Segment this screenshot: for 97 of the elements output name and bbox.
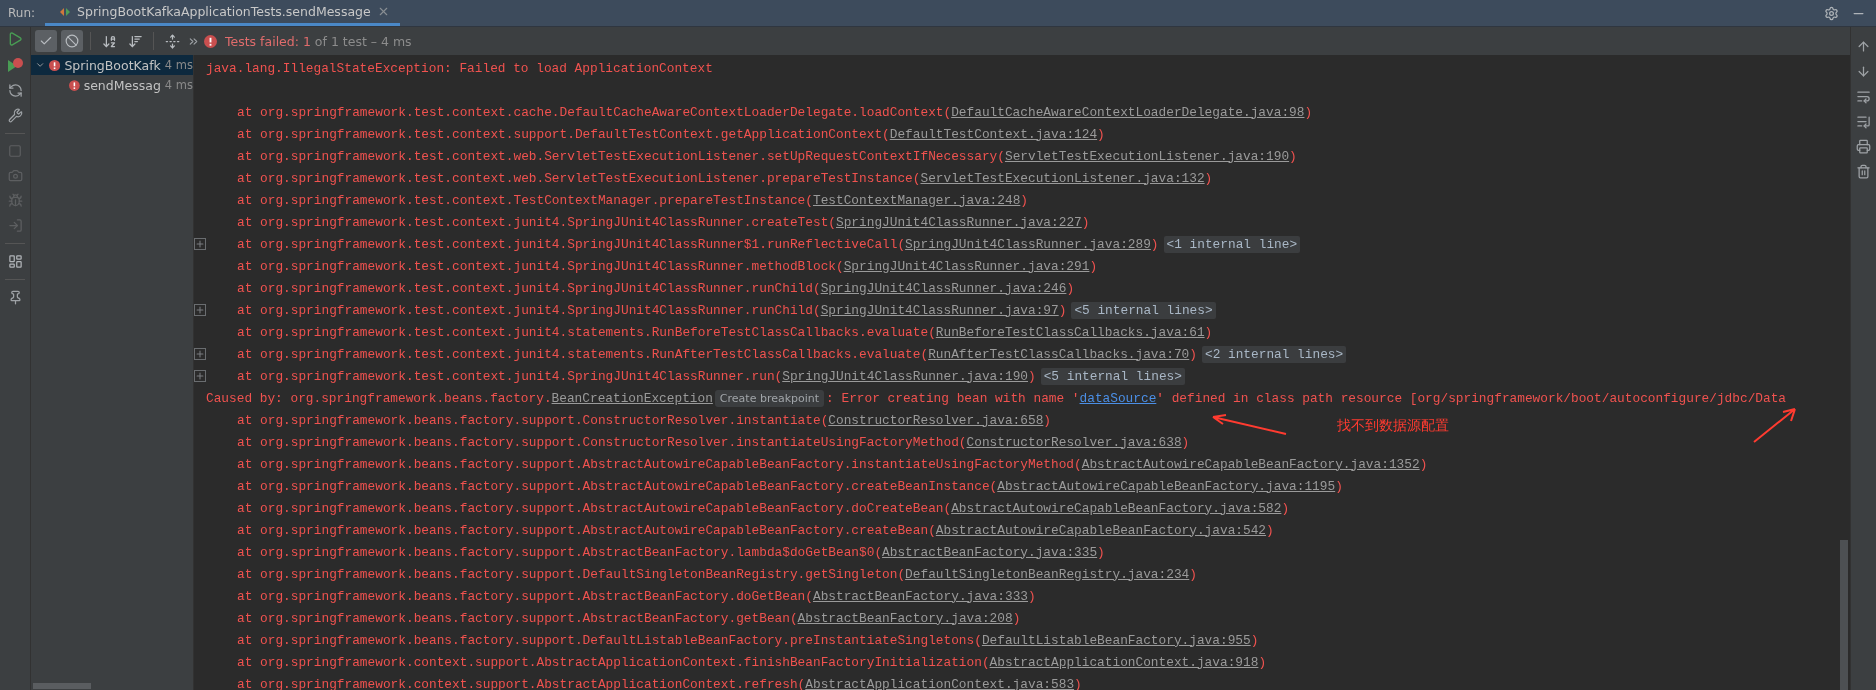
stack-trace-line: at org.springframework.beans.factory.support.DefaultSingletonBeanRegistry.getSingleton(DefaultSingletonBeanRegistry.java:234) (236, 566, 1197, 582)
settings-icon[interactable] (1824, 5, 1839, 21)
stack-trace-line: at org.springframework.test.context.support.DefaultTestContext.getApplicationContext(DefaultTestContext.java:124) (236, 126, 1105, 142)
run-icon[interactable] (7, 31, 23, 47)
sort-duration-icon (127, 33, 143, 49)
sort-alpha-icon (101, 33, 117, 49)
scroll-to-end-icon[interactable] (1856, 114, 1871, 129)
refresh-icon[interactable] (7, 83, 23, 98)
stack-trace-line: at org.springframework.test.context.junit4.SpringJUnit4ClassRunner$1.runReflectiveCall(SpringJUnit4ClassRunner.java:289) (236, 236, 1159, 252)
arrow-down-icon[interactable] (1856, 64, 1871, 79)
stack-trace-line: at org.springframework.context.support.AbstractApplicationContext.refresh(AbstractApplicationContext.java:583) (236, 676, 1082, 690)
source-link[interactable]: AbstractAutowireCapableBeanFactory.java:582 (951, 500, 1282, 516)
ban-icon (65, 34, 79, 48)
source-link[interactable]: ServletTestExecutionListener.java:190 (1004, 148, 1290, 164)
wrench-icon[interactable] (7, 108, 23, 123)
stack-trace-line: at org.springframework.test.context.junit4.statements.RunAfterTestClassCallbacks.evaluate(RunAfterTestClassCallbacks.java:70) (236, 346, 1197, 362)
stack-trace-line: at org.springframework.beans.factory.support.AbstractBeanFactory.getBean(AbstractBeanFactory.java:208) (236, 610, 1021, 626)
stack-trace-line: at org.springframework.test.context.TestContextManager.prepareTestInstance(TestContextManager.java:248) (236, 192, 1028, 208)
stack-trace-line: at org.springframework.test.context.junit4.SpringJUnit4ClassRunner.runChild(SpringJUnit4ClassRunner.java:246) (236, 280, 1075, 296)
source-link[interactable]: RunBeforeTestClassCallbacks.java:61 (935, 324, 1205, 340)
print-icon[interactable] (1856, 139, 1871, 154)
stack-trace-line: at org.springframework.test.context.junit4.SpringJUnit4ClassRunner.run(SpringJUnit4ClassRunner.java:190) (236, 368, 1036, 384)
stack-trace-line: at org.springframework.beans.factory.support.AbstractAutowireCapableBeanFactory.doCreateBean(AbstractAutowireCapableBeanFactory.java:582) (236, 500, 1290, 516)
source-link[interactable]: AbstractApplicationContext.java:918 (989, 654, 1259, 670)
source-link[interactable]: SpringJUnit4ClassRunner.java:246 (820, 280, 1067, 296)
cause-message: Caused by: org.springframework.beans.factory.BeanCreationException (206, 390, 713, 406)
test-tree-item[interactable]: SpringBootKafk 4 ms (31, 55, 193, 75)
pin-icon[interactable] (7, 290, 23, 305)
test-status: Tests failed: 1 of 1 test – 4 ms (225, 33, 412, 49)
source-link[interactable]: RunAfterTestClassCallbacks.java:70 (928, 346, 1190, 362)
create-breakpoint-tooltip[interactable]: Create breakpoint (714, 389, 825, 407)
stack-trace-line: at org.springframework.beans.factory.support.AbstractBeanFactory.lambda$doGetBean$0(AbstractBeanFactory.java:335) (236, 544, 1105, 560)
expand-icon[interactable] (194, 348, 206, 360)
expand-all-icon (164, 33, 180, 49)
stack-trace-line: at org.springframework.test.context.cache.DefaultCacheAwareContextLoaderDelegate.loadContext(DefaultCacheAwareContextLoaderDelegate.java:98) (236, 104, 1313, 120)
source-link[interactable]: DefaultListableBeanFactory.java:955 (981, 632, 1251, 648)
folded-lines-badge[interactable]: <5 internal lines> (1040, 367, 1185, 385)
stack-trace-line: at org.springframework.test.context.web.ServletTestExecutionListener.setUpRequestContextIfNecessary(ServletTestExecutionListener.java:190) (236, 148, 1297, 164)
run-label: Run: (7, 5, 37, 22)
stack-trace-line: at org.springframework.test.context.junit4.SpringJUnit4ClassRunner.createTest(SpringJUnit4ClassRunner.java:227) (236, 214, 1090, 230)
expand-icon[interactable] (194, 238, 206, 250)
stack-trace-line: at org.springframework.beans.factory.support.AbstractAutowireCapableBeanFactory.createBeanInstance(AbstractAutowireCapableBeanFactory.java:1195) (236, 478, 1343, 494)
source-link[interactable]: ConstructorResolver.java:658 (828, 412, 1044, 428)
folded-lines-badge[interactable]: <1 internal line> (1163, 235, 1301, 253)
exception-message: java.lang.IllegalStateException: Failed to load ApplicationContext (206, 60, 713, 76)
source-link[interactable]: SpringJUnit4ClassRunner.java:227 (836, 214, 1082, 230)
source-link[interactable]: DefaultCacheAwareContextLoaderDelegate.java:98 (951, 104, 1305, 120)
stack-trace-line: at org.springframework.beans.factory.support.AbstractAutowireCapableBeanFactory.createBean(AbstractAutowireCapableBeanFactory.java:542) (236, 522, 1274, 538)
error-icon (49, 58, 61, 72)
source-link[interactable]: SpringJUnit4ClassRunner.java:289 (905, 236, 1151, 252)
stack-trace-line: at org.springframework.beans.factory.support.ConstructorResolver.instantiate(ConstructorResolver.java:658) (236, 412, 1052, 428)
source-link[interactable]: SpringJUnit4ClassRunner.java:291 (843, 258, 1090, 274)
source-link[interactable]: AbstractBeanFactory.java:208 (797, 610, 1013, 626)
source-link[interactable]: BeanCreationException (551, 390, 713, 406)
folded-lines-badge[interactable]: <5 internal lines> (1071, 301, 1216, 319)
failed-icon (204, 34, 217, 48)
stack-trace-line: at org.springframework.beans.factory.support.AbstractBeanFactory.doGetBean(AbstractBeanFactory.java:333) (236, 588, 1036, 604)
soft-wrap-icon[interactable] (1856, 89, 1871, 104)
source-link[interactable]: ConstructorResolver.java:638 (966, 434, 1182, 450)
stack-trace-line: at org.springframework.beans.factory.support.AbstractAutowireCapableBeanFactory.instantiateUsingFactoryMethod(AbstractAutowireCapableBeanFactory.java:1352) (236, 456, 1428, 472)
source-link[interactable]: AbstractAutowireCapableBeanFactory.java:1352 (1081, 456, 1420, 472)
source-link[interactable]: SpringJUnit4ClassRunner.java:190 (782, 368, 1028, 384)
scrollbar-thumb[interactable] (1840, 540, 1848, 690)
rerun-failed-icon[interactable] (6, 57, 24, 73)
error-icon (68, 78, 80, 92)
stack-trace-line: at org.springframework.test.context.junit4.SpringJUnit4ClassRunner.runChild(SpringJUnit4ClassRunner.java:97) (236, 302, 1067, 318)
show-ignored-button[interactable] (61, 30, 83, 52)
stack-trace-line: at org.springframework.test.context.junit4.statements.RunBeforeTestClassCallbacks.evaluate(RunBeforeTestClassCallbacks.java:61) (236, 324, 1213, 340)
stack-trace-line: at org.springframework.beans.factory.support.DefaultListableBeanFactory.preInstantiateSingletons(DefaultListableBeanFactory.java:955) (236, 632, 1259, 648)
source-link[interactable]: AbstractAutowireCapableBeanFactory.java:1195 (997, 478, 1336, 494)
trash-icon[interactable] (1856, 164, 1871, 179)
cause-message: : Error creating bean with name 'dataSource' defined in class path resource [org/springframework/boot/autoconfigure/jdbc/Data (826, 390, 1787, 406)
stack-trace-line: at org.springframework.test.context.junit4.SpringJUnit4ClassRunner.methodBlock(SpringJUnit4ClassRunner.java:291) (236, 258, 1098, 274)
layout-icon[interactable] (7, 254, 23, 269)
source-link[interactable]: TestContextManager.java:248 (812, 192, 1021, 208)
test-tree-item[interactable]: sendMessag 4 ms (31, 75, 193, 95)
source-link[interactable]: SpringJUnit4ClassRunner.java:97 (820, 302, 1059, 318)
show-passed-button[interactable] (35, 30, 57, 52)
check-icon (39, 34, 53, 48)
folded-lines-badge[interactable]: <2 internal lines> (1201, 345, 1347, 363)
scrollbar-thumb[interactable] (33, 683, 91, 689)
stack-trace-line: at org.springframework.context.support.AbstractApplicationContext.finishBeanFactoryInitialization(AbstractApplicationContext.java:918) (236, 654, 1267, 670)
source-link[interactable]: AbstractBeanFactory.java:335 (882, 544, 1098, 560)
run-config-icon (59, 5, 72, 18)
stack-trace-line: at org.springframework.beans.factory.support.ConstructorResolver.instantiateUsingFactoryMethod(ConstructorResolver.java:638) (236, 434, 1190, 450)
stack-trace-line: at org.springframework.test.context.web.ServletTestExecutionListener.prepareTestInstance(ServletTestExecutionListener.java:132) (236, 170, 1213, 186)
source-link[interactable]: AbstractApplicationContext.java:583 (805, 676, 1075, 690)
source-link[interactable]: AbstractBeanFactory.java:333 (812, 588, 1028, 604)
source-link[interactable]: ServletTestExecutionListener.java:132 (920, 170, 1205, 186)
expand-icon[interactable] (194, 370, 206, 382)
annotation-note: 找不到数据源配置 (1337, 417, 1449, 435)
bean-name-link[interactable]: dataSource (1079, 390, 1157, 406)
expand-icon[interactable] (194, 304, 206, 316)
source-link[interactable]: DefaultTestContext.java:124 (889, 126, 1098, 142)
annotation-arrow (1752, 406, 1798, 444)
source-link[interactable]: DefaultSingletonBeanRegistry.java:234 (905, 566, 1190, 582)
source-link[interactable]: AbstractAutowireCapableBeanFactory.java:542 (935, 522, 1267, 538)
